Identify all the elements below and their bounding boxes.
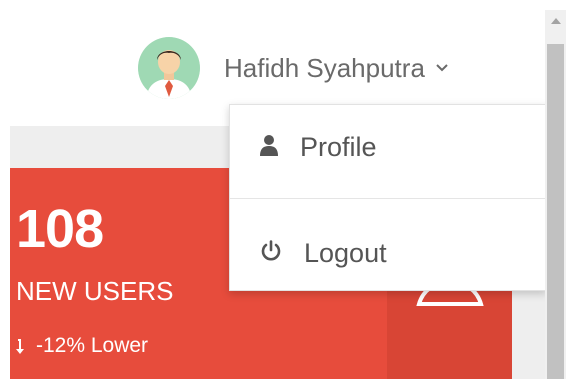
power-icon	[260, 239, 282, 267]
left-gutter	[0, 126, 10, 379]
user-icon	[260, 134, 278, 161]
chevron-down-icon	[435, 63, 449, 73]
user-name: Hafidh Syahputra	[224, 52, 425, 83]
dropdown-item-profile[interactable]: Profile	[230, 117, 546, 177]
stat-label: NEW USERS	[16, 276, 174, 306]
scroll-up-arrow-icon[interactable]	[545, 10, 566, 31]
user-dropdown-menu: Profile Logout	[229, 104, 547, 291]
arrow-down-icon	[16, 339, 24, 354]
user-avatar-icon	[138, 37, 200, 99]
stat-change: -12% Lower	[16, 334, 148, 358]
dropdown-divider	[230, 198, 546, 199]
dropdown-item-logout[interactable]: Logout	[230, 223, 546, 283]
dropdown-item-profile-label: Profile	[300, 131, 377, 162]
stat-value: 108	[16, 199, 104, 259]
user-menu-toggle[interactable]: Hafidh Syahputra	[138, 36, 449, 100]
scrollbar-thumb[interactable]	[547, 44, 564, 379]
vertical-scrollbar[interactable]	[545, 10, 566, 379]
dropdown-item-logout-label: Logout	[304, 237, 387, 268]
stat-change-text: -12% Lower	[36, 334, 149, 357]
